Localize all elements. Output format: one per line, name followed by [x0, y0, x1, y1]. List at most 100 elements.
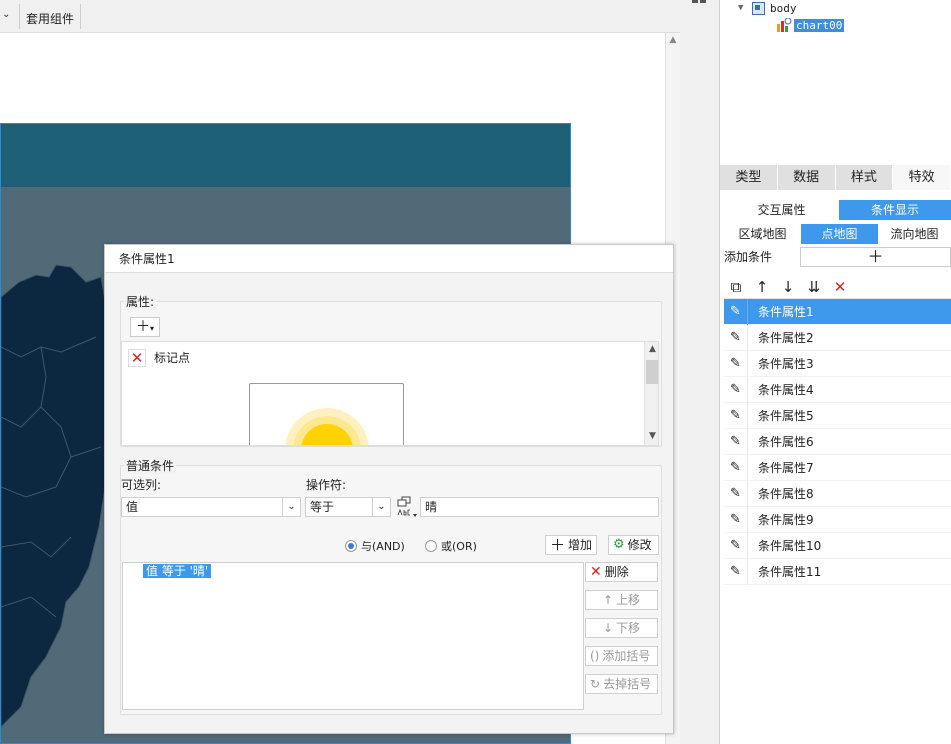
scroll-thumb[interactable]	[646, 360, 658, 384]
operator-label: 操作符:	[306, 478, 347, 492]
pencil-icon: ✎	[724, 480, 748, 507]
tab-type[interactable]: 类型	[720, 165, 778, 190]
pencil-icon: ✎	[724, 454, 748, 481]
chevron-down-icon[interactable]: ⌄	[282, 498, 300, 516]
delete-icon: ✕	[590, 564, 602, 580]
toolbar-divider	[19, 4, 20, 29]
list-item[interactable]: ✎ 条件属性3	[724, 350, 951, 377]
copy-icon[interactable]: ⧉	[726, 277, 746, 297]
move-up-btn[interactable]: ↑ 上移	[585, 590, 658, 610]
toolbar-divider	[80, 4, 81, 29]
list-item[interactable]: ✎ 条件属性4	[724, 376, 951, 403]
apply-component-button[interactable]: 套用组件	[26, 10, 74, 27]
condition-expression-list[interactable]: 值 等于 '晴'	[122, 562, 584, 710]
arrow-down-icon[interactable]: ↓	[778, 277, 798, 297]
expression-item[interactable]: 值 等于 '晴'	[143, 564, 212, 578]
list-item[interactable]: ✎ 条件属性8	[724, 480, 951, 507]
arrow-down-icon: ↓	[602, 621, 614, 635]
body-icon	[752, 1, 765, 15]
move-bottom-icon[interactable]: ⇊	[804, 277, 824, 297]
pencil-icon: ✎	[724, 506, 748, 533]
pencil-icon: ✎	[724, 298, 748, 325]
condition-toolbar: ⧉ ↑ ↓ ⇊ ✕	[724, 275, 951, 299]
edit-gear-icon: ⚙	[613, 537, 625, 552]
column-label: 可选列:	[121, 478, 162, 492]
attribute-scrollbar[interactable]: ▲ ▼	[644, 342, 658, 445]
marker-attribute-label: 标记点	[154, 351, 191, 365]
list-item[interactable]: ✎ 条件属性6	[724, 428, 951, 455]
value-type-icon[interactable]	[396, 496, 418, 518]
pencil-icon: ✎	[724, 428, 748, 455]
edit-condition-btn[interactable]: ⚙ 修改	[608, 535, 659, 555]
effects-panel: 交互属性 条件显示 区域地图 点地图 流向地图 添加条件 ＋ ⧉ ↑ ↓ ⇊ ✕…	[720, 190, 951, 744]
chart-icon	[777, 18, 792, 32]
tree-node-body[interactable]: ▼ body	[738, 0, 797, 16]
list-item[interactable]: ✎ 条件属性11	[724, 558, 951, 585]
map-type-switch: 区域地图 点地图 流向地图	[724, 224, 951, 244]
tree-node-chart[interactable]: chart00	[776, 17, 845, 33]
effect-mode-switch: 交互属性 条件显示	[724, 200, 951, 220]
radio-or[interactable]: 或(OR)	[425, 538, 477, 554]
radio-and[interactable]: 与(AND)	[345, 538, 405, 554]
arrow-up-icon: ↑	[602, 593, 614, 607]
column-select[interactable]: 值 ⌄	[121, 497, 301, 517]
pencil-icon: ✎	[724, 350, 748, 377]
panel-splitter[interactable]	[680, 0, 720, 744]
condition-group-label: 普通条件	[124, 457, 177, 474]
delete-icon[interactable]: ✕	[830, 277, 850, 297]
list-item[interactable]: ✎ 条件属性2	[724, 324, 951, 351]
operator-select[interactable]: 等于 ⌄	[305, 497, 391, 517]
attribute-group-label: 属性:	[124, 293, 157, 310]
chevron-down-icon[interactable]: ⌄	[372, 498, 390, 516]
seg-point-map[interactable]: 点地图	[801, 224, 878, 244]
scroll-up-icon[interactable]: ▲	[666, 35, 680, 47]
plus-icon: ＋	[550, 536, 566, 554]
move-down-btn[interactable]: ↓ 下移	[585, 618, 658, 638]
add-attribute-button[interactable]: ＋▾	[130, 317, 160, 337]
radio-dot	[425, 540, 437, 552]
condition-attribute-dialog: 条件属性1 属性: ＋▾ ✕ 标记点 ▲ ▼ 普通条件 可选列: 操作符: 值 …	[104, 244, 674, 734]
arrow-up-icon[interactable]: ↑	[752, 277, 772, 297]
condition-list: ✎ 条件属性1 ✎ 条件属性2 ✎ 条件属性3 ✎ 条件属性4 ✎ 条件属性5 ✎ 条件属性…	[724, 298, 951, 585]
add-condition-button[interactable]: ＋	[800, 247, 951, 267]
list-item[interactable]: ✎ 条件属性10	[724, 532, 951, 559]
chevron-down-icon[interactable]: ⌄	[2, 9, 14, 23]
list-item[interactable]: ✎ 条件属性5	[724, 402, 951, 429]
tab-effects[interactable]: 特效	[893, 165, 951, 190]
scroll-down-icon[interactable]: ▼	[646, 431, 658, 441]
add-parentheses-btn[interactable]: () 添加括号	[585, 646, 658, 666]
pencil-icon: ✎	[724, 532, 748, 559]
pencil-icon: ✎	[724, 402, 748, 429]
parentheses-icon: ()	[590, 649, 600, 663]
radio-dot	[345, 540, 357, 552]
remove-attribute-icon[interactable]: ✕	[128, 349, 146, 367]
remove-parentheses-icon: ↻	[590, 677, 601, 691]
seg-conditional-display[interactable]: 条件显示	[839, 200, 951, 220]
pencil-icon: ✎	[724, 558, 748, 585]
seg-flow-map[interactable]: 流向地图	[878, 224, 951, 244]
list-item[interactable]: ✎ 条件属性7	[724, 454, 951, 481]
attribute-list: ✕ 标记点 ▲ ▼	[121, 341, 659, 446]
dropdown-arrow-icon: ▾	[149, 324, 154, 333]
tab-style[interactable]: 样式	[835, 165, 894, 190]
pencil-icon: ✎	[724, 376, 748, 403]
list-item[interactable]: ✎ 条件属性9	[724, 506, 951, 533]
list-item[interactable]: ✎ 条件属性1	[724, 298, 951, 325]
chart-title-bar	[1, 124, 570, 187]
sun-icon	[285, 408, 369, 445]
map-region	[1, 264, 112, 728]
marker-preview[interactable]	[249, 383, 404, 445]
top-toolbar: ⌄ 套用组件	[0, 0, 680, 33]
remove-parentheses-btn[interactable]: ↻ 去掉括号	[585, 674, 658, 694]
tab-data[interactable]: 数据	[777, 165, 836, 190]
add-condition-btn[interactable]: ＋增加	[545, 535, 597, 555]
pencil-icon: ✎	[724, 324, 748, 351]
delete-condition-btn[interactable]: ✕ 删除	[585, 562, 658, 582]
grip-icon[interactable]	[692, 0, 706, 4]
condition-value-input[interactable]: 晴	[420, 497, 659, 517]
expand-triangle-icon[interactable]: ▼	[738, 3, 748, 13]
seg-region-map[interactable]: 区域地图	[724, 224, 801, 244]
scroll-up-icon[interactable]: ▲	[646, 344, 658, 354]
widget-tree[interactable]: ▼ body chart00	[720, 0, 951, 165]
seg-interaction[interactable]: 交互属性	[724, 200, 839, 220]
